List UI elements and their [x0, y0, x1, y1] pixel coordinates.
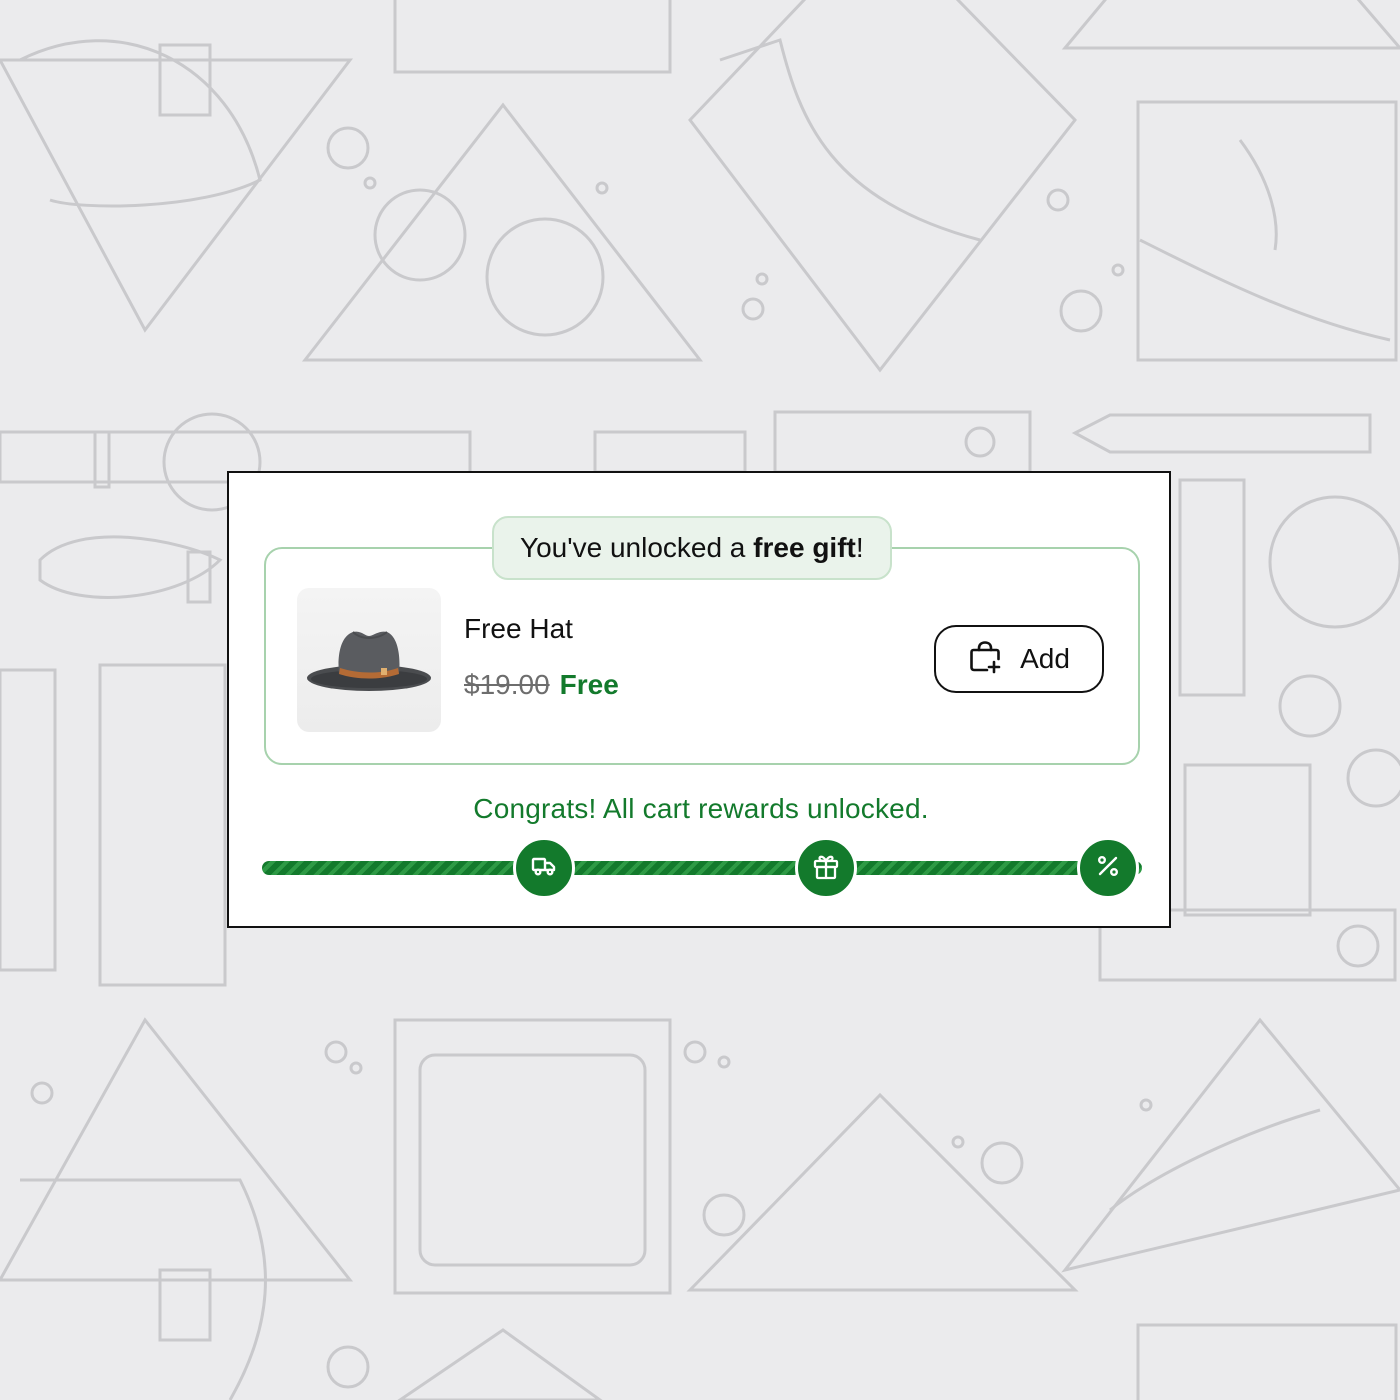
add-gift-button[interactable]: Add — [934, 625, 1104, 693]
sale-price: Free — [559, 669, 619, 700]
percent-icon — [1095, 853, 1121, 884]
original-price: $19.00 — [464, 669, 550, 700]
gift-icon — [811, 851, 841, 886]
rewards-progress-bar — [262, 861, 1142, 875]
free-shipping-milestone — [513, 837, 575, 899]
hat-product-image — [297, 588, 441, 732]
discount-milestone — [1077, 837, 1139, 899]
bag-plus-icon — [968, 640, 1002, 679]
free-gift-milestone — [795, 837, 857, 899]
banner-text-prefix: You've unlocked a — [520, 532, 754, 563]
truck-icon — [530, 852, 558, 885]
add-button-label: Add — [1020, 643, 1070, 674]
banner-text-suffix: ! — [855, 532, 864, 563]
free-gift-unlocked-banner: You've unlocked a free gift! — [492, 516, 892, 580]
rewards-status-text: Congrats! All cart rewards unlocked. — [473, 793, 929, 824]
price-row: $19.00 Free — [464, 669, 619, 701]
product-name: Free Hat — [464, 613, 573, 644]
cart-rewards-card: You've unlocked a free gift! Free Hat $1… — [227, 471, 1171, 928]
banner-text-bold: free gift — [753, 532, 856, 563]
